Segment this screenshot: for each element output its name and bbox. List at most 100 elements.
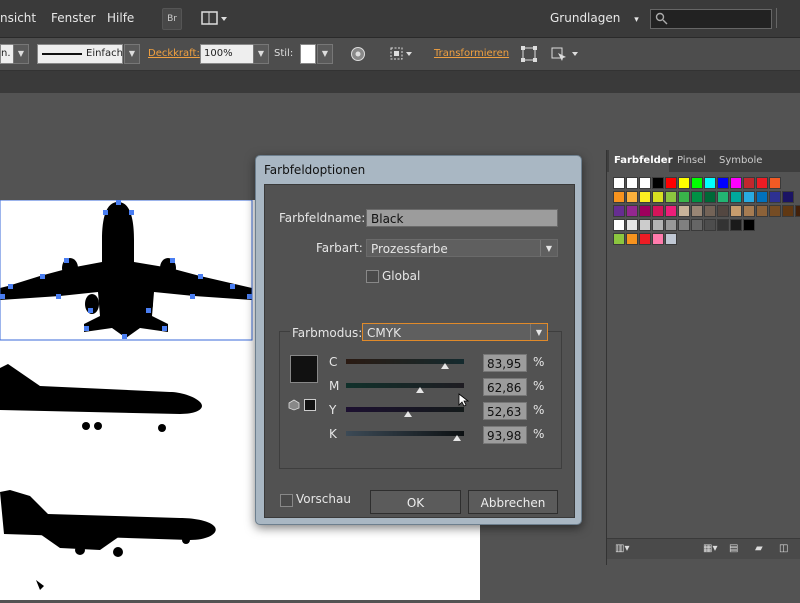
align-to-icon[interactable] [389, 45, 415, 63]
swatch-item[interactable] [613, 191, 625, 203]
black-value-input[interactable]: 93,98 [483, 426, 527, 444]
swatch-item[interactable] [665, 219, 677, 231]
swatch-item[interactable] [704, 177, 716, 189]
swatch-item[interactable] [756, 191, 768, 203]
swatch-item[interactable] [652, 177, 664, 189]
color-mode-select[interactable]: CMYK ▼ [362, 323, 548, 341]
graphic-style-swatch[interactable] [300, 44, 316, 64]
swatch-item[interactable] [756, 177, 768, 189]
swatch-item[interactable] [782, 191, 794, 203]
swatch-item[interactable] [691, 219, 703, 231]
swatch-item[interactable] [691, 177, 703, 189]
swatch-item[interactable] [652, 205, 664, 217]
swatch-item[interactable] [704, 205, 716, 217]
airplane-front-view-selected[interactable] [0, 199, 253, 341]
swatch-item[interactable] [665, 191, 677, 203]
new-color-group-icon[interactable]: ▰ [755, 543, 763, 554]
cyan-value-input[interactable]: 83,95 [483, 354, 527, 372]
black-slider-thumb[interactable] [452, 435, 461, 441]
swatch-item[interactable] [769, 191, 781, 203]
web-safe-color-swatch[interactable] [304, 399, 316, 411]
swatch-item[interactable] [626, 219, 638, 231]
swatch-item[interactable] [639, 205, 651, 217]
swatch-item[interactable] [639, 191, 651, 203]
arrange-documents-button[interactable] [200, 8, 228, 28]
stroke-style-dropdown[interactable]: ▼ [124, 44, 140, 64]
swatch-item[interactable] [639, 219, 651, 231]
swatch-item[interactable] [704, 219, 716, 231]
swatch-item[interactable] [665, 177, 677, 189]
search-input[interactable] [650, 9, 772, 29]
swatch-item[interactable] [769, 177, 781, 189]
magenta-slider-track[interactable] [346, 383, 464, 388]
swatch-item[interactable] [626, 233, 638, 245]
preview-checkbox[interactable] [280, 494, 293, 507]
swatch-item[interactable] [743, 219, 755, 231]
stroke-style-select[interactable]: Einfach [37, 44, 123, 64]
swatch-item[interactable] [613, 219, 625, 231]
swatch-item[interactable] [652, 191, 664, 203]
opacity-input[interactable]: 100% [200, 44, 255, 64]
swatch-item[interactable] [730, 177, 742, 189]
swatch-item[interactable] [782, 205, 794, 217]
isolate-group-icon[interactable] [550, 45, 580, 63]
partial-field[interactable]: n. [0, 44, 14, 64]
swatch-item[interactable] [717, 205, 729, 217]
swatch-item[interactable] [626, 191, 638, 203]
global-checkbox[interactable] [366, 270, 379, 283]
dialog-titlebar[interactable]: Farbfeldoptionen [256, 156, 581, 184]
menu-window[interactable]: Fenster [51, 11, 96, 25]
new-swatch-icon[interactable]: ◫ [779, 543, 788, 554]
airplane-side-view-1[interactable] [0, 364, 202, 432]
color-type-select[interactable]: Prozessfarbe ▼ [366, 239, 558, 257]
swatch-item[interactable] [665, 233, 677, 245]
swatch-item[interactable] [613, 233, 625, 245]
swatch-item[interactable] [665, 205, 677, 217]
yellow-slider-thumb[interactable] [404, 411, 413, 417]
swatch-item[interactable] [678, 205, 690, 217]
swatch-item[interactable] [626, 205, 638, 217]
swatch-item[interactable] [678, 191, 690, 203]
swatch-item[interactable] [743, 205, 755, 217]
yellow-value-input[interactable]: 52,63 [483, 402, 527, 420]
workspace-switcher[interactable]: Grundlagen ▾ [550, 11, 639, 25]
swatch-item[interactable] [626, 177, 638, 189]
swatch-item[interactable] [691, 205, 703, 217]
swatch-item[interactable] [704, 191, 716, 203]
swatch-item[interactable] [795, 205, 800, 217]
graphic-style-dropdown[interactable]: ▼ [317, 44, 333, 64]
swatch-item[interactable] [678, 177, 690, 189]
ok-button[interactable]: OK [370, 490, 461, 514]
swatch-item[interactable] [730, 191, 742, 203]
swatch-name-input[interactable]: Black [366, 209, 558, 227]
swatch-item[interactable] [730, 219, 742, 231]
partial-dropdown[interactable]: ▼ [13, 44, 29, 64]
window-control[interactable] [776, 8, 800, 28]
swatch-item[interactable] [639, 233, 651, 245]
swatch-item[interactable] [639, 177, 651, 189]
swatch-item[interactable] [613, 205, 625, 217]
swatch-item[interactable] [717, 191, 729, 203]
swatch-item[interactable] [678, 219, 690, 231]
transform-bounds-icon[interactable] [520, 45, 538, 63]
magenta-value-input[interactable]: 62,86 [483, 378, 527, 396]
cancel-button[interactable]: Abbrechen [468, 490, 558, 514]
airplane-side-view-2[interactable] [0, 490, 216, 557]
swatch-item[interactable] [717, 177, 729, 189]
out-of-web-gamut-icon[interactable] [288, 399, 300, 411]
cyan-slider-thumb[interactable] [441, 363, 450, 369]
swatch-item[interactable] [652, 233, 664, 245]
bridge-button[interactable]: Br [162, 8, 182, 30]
transform-link[interactable]: Transformieren [434, 48, 509, 59]
swatch-item[interactable] [691, 191, 703, 203]
menu-help[interactable]: Hilfe [107, 11, 134, 25]
swatch-item[interactable] [756, 205, 768, 217]
magenta-slider-thumb[interactable] [416, 387, 425, 393]
menu-view[interactable]: nsicht [0, 11, 36, 25]
opacity-link[interactable]: Deckkraft: [148, 48, 200, 59]
swatch-item[interactable] [743, 177, 755, 189]
swatch-item[interactable] [717, 219, 729, 231]
swatch-item[interactable] [730, 205, 742, 217]
black-slider-track[interactable] [346, 431, 464, 436]
recolor-artwork-icon[interactable] [349, 45, 367, 63]
